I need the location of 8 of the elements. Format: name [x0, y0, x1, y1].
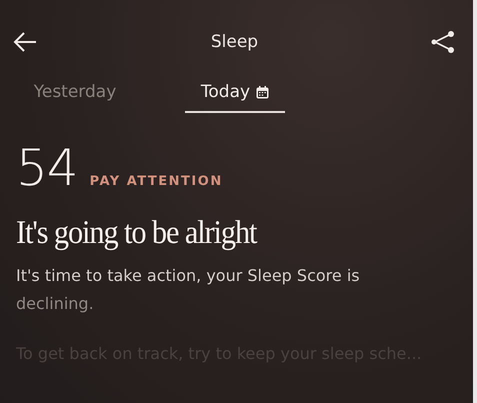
- sleep-score: 54: [16, 143, 78, 193]
- screen-title: Sleep: [210, 32, 258, 52]
- share-icon[interactable]: [430, 30, 455, 54]
- score-status: PAY ATTENTION: [90, 174, 223, 189]
- day-tab[interactable]: Yesterday: [25, 76, 125, 113]
- day-tab[interactable]: Today: [185, 76, 285, 113]
- back-arrow-icon[interactable]: [12, 31, 38, 53]
- headline: It's going to be alright: [16, 215, 258, 252]
